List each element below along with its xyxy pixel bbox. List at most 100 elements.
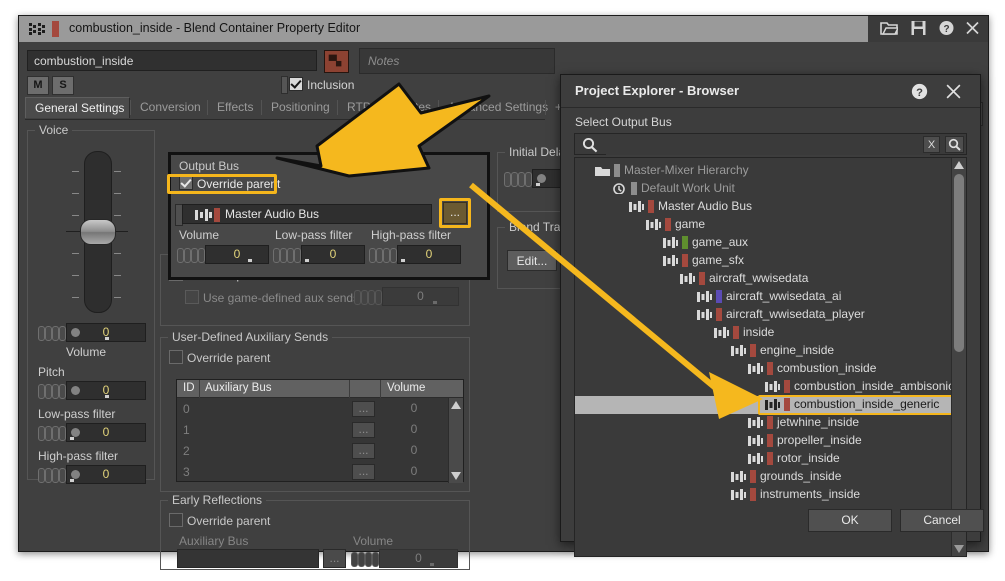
row-browse-button[interactable]: ... xyxy=(352,401,375,417)
close-icon[interactable] xyxy=(964,20,986,38)
tree-item-default-work-unit[interactable]: Default Work Unit xyxy=(575,180,952,198)
search-input[interactable] xyxy=(606,136,930,155)
notes-field[interactable]: Notes xyxy=(359,48,555,74)
output-bus-lowpass-value: 0 xyxy=(302,246,364,263)
tab-effects[interactable]: Effects xyxy=(208,97,261,118)
voice-volume-stepper[interactable]: 0 xyxy=(38,323,146,342)
tree-item-rotor-inside[interactable]: rotor_inside xyxy=(575,450,952,468)
voice-pitch-stepper[interactable]: 0 xyxy=(38,381,146,400)
row-volume-value[interactable]: 0 xyxy=(381,443,447,457)
output-bus-volume-label: Volume xyxy=(179,228,219,242)
object-name-field[interactable]: combustion_inside xyxy=(27,50,317,71)
scroll-up-icon[interactable] xyxy=(450,400,463,411)
early-reflections-volume-stepper[interactable]: 0 xyxy=(351,549,459,568)
tree-item-propeller-inside[interactable]: propeller_inside xyxy=(575,432,952,450)
clear-search-button[interactable]: X xyxy=(923,136,940,153)
tree-item-grounds-inside[interactable]: grounds_inside xyxy=(575,468,952,486)
game-aux-volume-value-box[interactable]: 0 xyxy=(382,287,459,306)
blend-tracks-edit-button[interactable]: Edit... xyxy=(507,250,557,271)
tree-scrollbar-thumb[interactable] xyxy=(954,174,964,352)
tree-item-combustion-inside-generic[interactable]: combustion_inside_generic xyxy=(575,396,952,414)
bus-tree[interactable]: Master-Mixer HierarchyDefault Work UnitM… xyxy=(574,157,967,557)
table-row[interactable]: 2 ... 0 xyxy=(177,441,463,462)
row-browse-button[interactable]: ... xyxy=(352,464,375,480)
tree-color-chip xyxy=(682,236,688,249)
tree-item-aircraft-wwisedata[interactable]: aircraft_wwisedata xyxy=(575,270,952,288)
object-type-icon[interactable] xyxy=(324,50,349,73)
tree-item-instruments-inside[interactable]: instruments_inside xyxy=(575,486,952,504)
tree-item-combustion-inside-ambisonic[interactable]: combustion_inside_ambisonic xyxy=(575,378,952,396)
early-reflections-browse-button[interactable]: ... xyxy=(323,549,346,568)
tree-item-master-mixer-hierarchy[interactable]: Master-Mixer Hierarchy xyxy=(575,162,952,180)
tree-item-aircraft-wwisedata-ai[interactable]: aircraft_wwisedata_ai xyxy=(575,288,952,306)
tab-advanced-settings[interactable]: Advanced Settings xyxy=(439,97,545,118)
save-icon[interactable] xyxy=(910,20,932,38)
tree-item-aircraft-wwisedata-player[interactable]: aircraft_wwisedata_player xyxy=(575,306,952,324)
tree-item-master-audio-bus[interactable]: Master Audio Bus xyxy=(575,198,952,216)
find-button[interactable] xyxy=(945,136,964,153)
tab-conversion[interactable]: Conversion xyxy=(131,97,207,118)
voice-pitch-value-box[interactable]: 0 xyxy=(66,381,146,400)
row-volume-value[interactable]: 0 xyxy=(381,422,447,436)
tab-general-settings[interactable]: General Settings xyxy=(25,97,130,118)
user-aux-override-checkbox[interactable]: Override parent xyxy=(169,350,270,365)
output-bus-highpass-value-box[interactable]: 0 xyxy=(397,245,461,264)
output-bus-lowpass-value-box[interactable]: 0 xyxy=(301,245,365,264)
early-reflections-override-checkbox[interactable]: Override parent xyxy=(169,513,270,528)
output-bus-lowpass-stepper[interactable]: 0 xyxy=(273,245,365,264)
mute-button[interactable]: M xyxy=(27,76,49,95)
tree-item-inside[interactable]: inside xyxy=(575,324,952,342)
tree-item-label: inside xyxy=(743,325,774,339)
selected-item-highlight xyxy=(758,395,952,415)
search-icon xyxy=(948,138,961,151)
close-icon[interactable] xyxy=(945,83,962,100)
voice-lowpass-stepper[interactable]: 0 xyxy=(38,423,146,442)
tab-positioning[interactable]: Positioning xyxy=(262,97,337,118)
output-bus-highpass-stepper[interactable]: 0 xyxy=(369,245,461,264)
voice-highpass-value-box[interactable]: 0 xyxy=(66,465,146,484)
tree-item-game-aux[interactable]: game_aux xyxy=(575,234,952,252)
tree-scrollbar[interactable] xyxy=(951,158,966,556)
tab-rtpc[interactable]: RTPC xyxy=(338,97,387,118)
inclusion-checkbox[interactable]: Inclusion xyxy=(289,77,354,93)
early-reflections-volume-value-box[interactable]: 0 xyxy=(379,549,458,568)
table-scrollbar[interactable] xyxy=(448,398,463,483)
user-aux-table[interactable]: ID Auxiliary Bus Volume 0 ... 0 1 ... 0 … xyxy=(176,379,464,482)
voice-lowpass-value-box[interactable]: 0 xyxy=(66,423,146,442)
tree-item-engine-inside[interactable]: engine_inside xyxy=(575,342,952,360)
voice-volume-slider-thumb[interactable] xyxy=(80,219,116,245)
table-row[interactable]: 1 ... 0 xyxy=(177,420,463,441)
cancel-button[interactable]: Cancel xyxy=(900,509,984,532)
inclusion-grip[interactable] xyxy=(281,76,288,94)
voice-volume-value-box[interactable]: 0 xyxy=(66,323,146,342)
solo-button[interactable]: S xyxy=(52,76,74,95)
open-icon[interactable] xyxy=(880,20,902,38)
table-row[interactable]: 3 ... 0 xyxy=(177,462,463,483)
output-bus-volume-value-box[interactable]: 0 xyxy=(205,245,269,264)
ok-button[interactable]: OK xyxy=(808,509,892,532)
stepper-bars-icon xyxy=(38,324,64,341)
tree-item-jetwhine-inside[interactable]: jetwhine_inside xyxy=(575,414,952,432)
row-volume-value[interactable]: 0 xyxy=(381,464,447,478)
work-unit-icon xyxy=(612,183,627,194)
row-volume-value[interactable]: 0 xyxy=(381,401,447,415)
early-reflections-aux-bus-field[interactable] xyxy=(177,549,319,568)
help-icon[interactable]: ? xyxy=(911,83,928,100)
scroll-down-icon[interactable] xyxy=(450,470,463,481)
tree-item-label: game_aux xyxy=(692,235,748,249)
tree-item-game[interactable]: game xyxy=(575,216,952,234)
row-browse-button[interactable]: ... xyxy=(352,443,375,459)
output-bus-volume-stepper[interactable]: 0 xyxy=(177,245,269,264)
use-game-defined-aux-checkbox[interactable]: Use game-defined aux sends xyxy=(185,290,359,305)
help-icon[interactable]: ? xyxy=(938,20,960,38)
scroll-up-icon[interactable] xyxy=(953,160,966,170)
game-aux-volume-stepper[interactable]: 0 xyxy=(354,287,459,306)
scroll-down-icon[interactable] xyxy=(953,544,966,554)
tree-item-combustion-inside[interactable]: combustion_inside xyxy=(575,360,952,378)
voice-highpass-stepper[interactable]: 0 xyxy=(38,465,146,484)
output-bus-field[interactable]: Master Audio Bus xyxy=(182,204,432,224)
tab-states[interactable]: States xyxy=(388,97,438,118)
table-row[interactable]: 0 ... 0 xyxy=(177,399,463,420)
tree-item-game-sfx[interactable]: game_sfx xyxy=(575,252,952,270)
row-browse-button[interactable]: ... xyxy=(352,422,375,438)
